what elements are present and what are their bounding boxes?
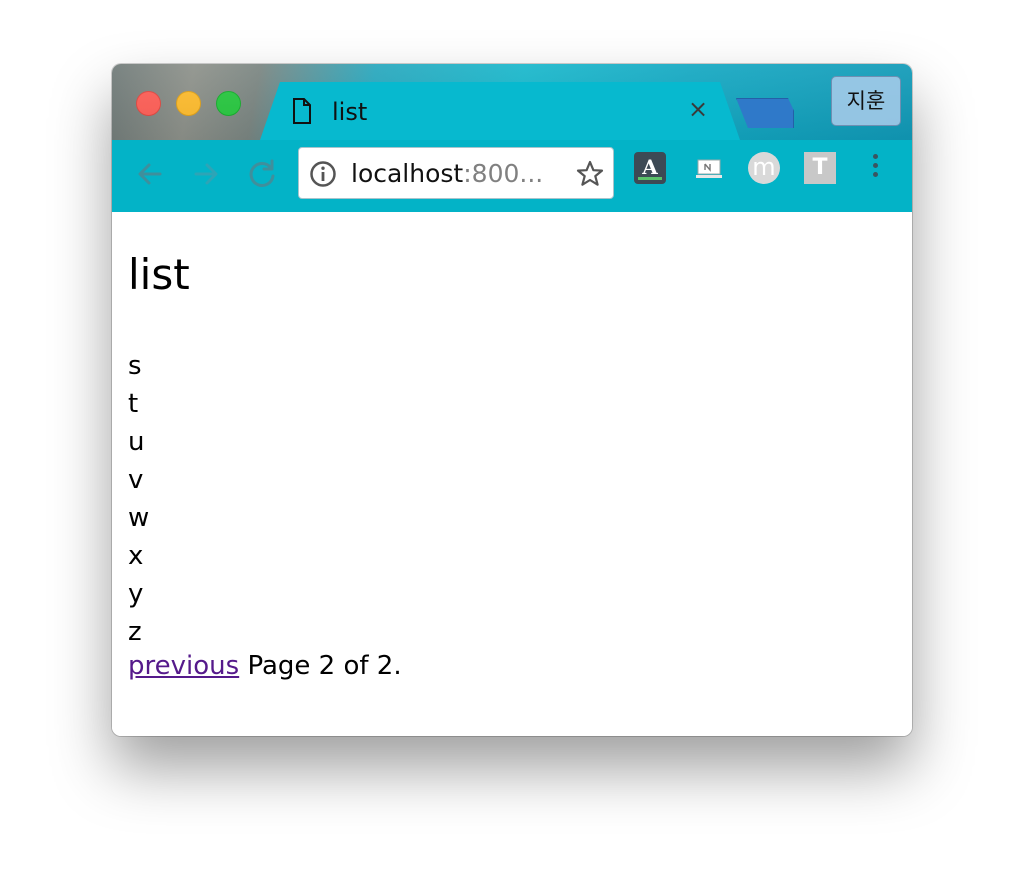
list-item: x	[128, 541, 144, 571]
browser-toolbar: localhost:800... A m T	[112, 140, 912, 212]
list-item: t	[128, 389, 139, 419]
url-text: localhost:800...	[351, 159, 544, 188]
tab-title: list	[332, 98, 368, 126]
file-icon	[293, 98, 311, 124]
address-bar[interactable]: localhost:800...	[298, 147, 614, 199]
list-item: v	[128, 465, 144, 495]
t-extension-icon[interactable]: T	[804, 152, 836, 184]
page-title: list	[128, 250, 190, 299]
list-item: z	[128, 617, 142, 647]
window-minimize-button[interactable]	[176, 91, 201, 116]
page-content: list s t u v w x y z previous Page 2 of …	[112, 212, 912, 736]
close-icon[interactable]: ×	[685, 96, 711, 122]
browser-window: list × 지훈 localhost:800... A m T list s …	[112, 64, 912, 736]
forward-icon[interactable]	[190, 158, 222, 190]
menu-icon[interactable]	[870, 154, 880, 186]
info-icon[interactable]	[309, 160, 337, 188]
window-close-button[interactable]	[136, 91, 161, 116]
star-icon[interactable]	[575, 159, 605, 189]
pagination: previous Page 2 of 2.	[128, 651, 402, 681]
new-tab-button[interactable]	[736, 98, 794, 128]
reload-icon[interactable]	[246, 158, 278, 190]
tab-list[interactable]: list ×	[260, 82, 740, 140]
note-extension-icon[interactable]	[696, 158, 722, 180]
back-icon[interactable]	[134, 158, 166, 190]
page-status: Page 2 of 2.	[247, 651, 402, 681]
previous-link[interactable]: previous	[128, 651, 239, 681]
profile-button[interactable]: 지훈	[831, 76, 901, 126]
window-zoom-button[interactable]	[216, 91, 241, 116]
m-extension-icon[interactable]: m	[748, 152, 780, 184]
item-list: s t u v w x y z	[128, 347, 149, 651]
list-item: w	[128, 503, 150, 533]
dictionary-extension-icon[interactable]: A	[634, 152, 666, 184]
list-item: u	[128, 427, 145, 457]
list-item: y	[128, 579, 144, 609]
list-item: s	[128, 351, 142, 381]
